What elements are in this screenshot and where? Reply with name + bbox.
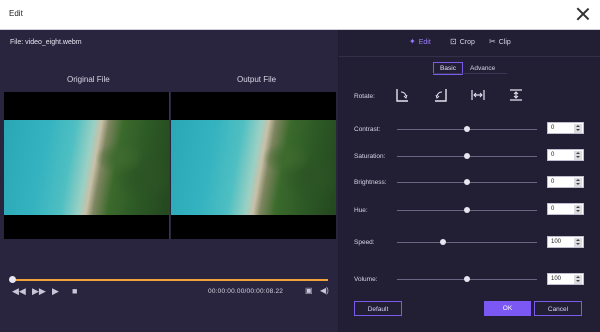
saturation-label: Saturation:: [354, 153, 386, 160]
rotate-left-icon[interactable]: [433, 87, 449, 103]
original-video-preview: [4, 92, 169, 239]
output-video-preview: [171, 92, 336, 239]
speed-stepper[interactable]: [574, 238, 582, 247]
title-bar: Edit: [0, 0, 600, 30]
seek-handle[interactable]: [9, 276, 16, 283]
file-label: File: video_eight.webm: [10, 39, 82, 46]
volume-slider-handle[interactable]: [464, 276, 470, 282]
settings-panel: ✦ Edit ⊡ Crop ✂ Clip Basic Advance Rotate: …: [339, 30, 600, 332]
hue-field[interactable]: 0: [547, 203, 584, 215]
wand-icon: ✦: [409, 37, 416, 46]
original-file-label: Original File: [67, 75, 110, 84]
close-icon[interactable]: [576, 7, 590, 21]
volume-slider[interactable]: [397, 276, 537, 282]
ok-button[interactable]: OK: [484, 301, 531, 316]
subtab-underline: [433, 73, 507, 74]
volume-icon[interactable]: ◀): [320, 286, 329, 295]
tab-separator: [339, 56, 600, 57]
speed-slider[interactable]: [397, 239, 537, 245]
contrast-value: 0: [551, 125, 555, 131]
hue-value: 0: [551, 206, 555, 212]
speed-value: 100: [551, 239, 562, 245]
contrast-stepper[interactable]: [574, 124, 582, 133]
scissors-icon: ✂: [489, 37, 496, 46]
tab-clip[interactable]: ✂ Clip: [489, 37, 511, 46]
rotate-label: Rotate:: [354, 93, 375, 100]
tab-crop[interactable]: ⊡ Crop: [450, 37, 475, 46]
brightness-value: 0: [551, 179, 555, 185]
seek-bar[interactable]: [10, 279, 328, 281]
brightness-field[interactable]: 0: [547, 176, 584, 188]
crop-icon: ⊡: [450, 37, 457, 46]
saturation-slider[interactable]: [397, 153, 537, 159]
preview-panel: File: video_eight.webm Original File Out…: [0, 30, 338, 332]
saturation-stepper[interactable]: [574, 151, 582, 160]
contrast-slider-handle[interactable]: [464, 126, 470, 132]
hue-slider[interactable]: [397, 207, 537, 213]
flip-horizontal-icon[interactable]: [470, 87, 486, 103]
saturation-field[interactable]: 0: [547, 149, 584, 161]
tab-edit-label: Edit: [418, 39, 431, 46]
tab-crop-label: Crop: [459, 39, 475, 46]
volume-field[interactable]: 100: [547, 273, 584, 285]
screenshot-icon[interactable]: ▣: [305, 286, 313, 295]
timecode: 00:00:00.00/00:00:08.22: [208, 288, 284, 295]
window-title: Edit: [9, 9, 23, 18]
play-icon[interactable]: ▶: [52, 286, 59, 297]
brightness-slider[interactable]: [397, 179, 537, 185]
contrast-label: Contrast:: [354, 126, 381, 133]
volume-stepper[interactable]: [574, 275, 582, 284]
original-video-frame: [4, 120, 169, 215]
volume-value: 100: [551, 276, 562, 282]
hue-stepper[interactable]: [574, 205, 582, 214]
speed-label: Speed:: [354, 239, 375, 246]
brightness-slider-handle[interactable]: [464, 179, 470, 185]
brightness-stepper[interactable]: [574, 178, 582, 187]
rotate-right-icon[interactable]: [394, 87, 410, 103]
tab-clip-label: Clip: [498, 39, 511, 46]
saturation-value: 0: [551, 152, 555, 158]
previous-frame-icon[interactable]: ◀◀: [12, 286, 26, 297]
output-file-label: Output File: [237, 75, 277, 84]
saturation-slider-handle[interactable]: [464, 153, 470, 159]
tab-edit[interactable]: ✦ Edit: [409, 37, 431, 46]
hue-slider-handle[interactable]: [464, 207, 470, 213]
brightness-label: Brightness:: [354, 179, 387, 186]
output-video-frame: [171, 120, 336, 215]
speed-slider-handle[interactable]: [440, 239, 447, 245]
stop-icon[interactable]: ■: [72, 286, 77, 296]
contrast-field[interactable]: 0: [547, 122, 584, 134]
cancel-button[interactable]: Cancel: [534, 301, 582, 316]
play-forward-icon[interactable]: ▶▶: [32, 286, 46, 297]
flip-vertical-icon[interactable]: [508, 87, 524, 103]
volume-label: Volume:: [354, 276, 378, 283]
speed-field[interactable]: 100: [547, 236, 584, 248]
preview-divider: [169, 92, 170, 239]
hue-label: Hue:: [354, 207, 368, 214]
contrast-slider[interactable]: [397, 126, 537, 132]
default-button[interactable]: Default: [354, 301, 402, 316]
